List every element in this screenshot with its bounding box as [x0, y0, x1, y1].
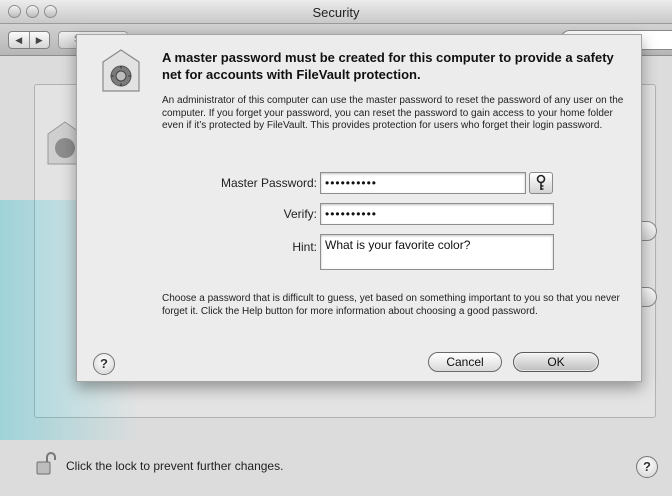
master-password-label: Master Password:	[220, 176, 317, 190]
hint-field[interactable]: What is your favorite color?	[320, 234, 554, 270]
verify-password-field[interactable]: ••••••••••	[320, 203, 554, 225]
hint-label: Hint:	[292, 240, 317, 254]
help-button[interactable]: ?	[93, 353, 115, 375]
forward-arrow-icon[interactable]: ▶	[28, 32, 50, 48]
master-password-sheet: A master password must be created for th…	[76, 34, 642, 382]
filevault-vault-icon	[102, 49, 140, 92]
sheet-description: An administrator of this computer can us…	[162, 95, 624, 131]
window-title: Security	[312, 5, 360, 20]
sheet-title: A master password must be created for th…	[162, 50, 614, 82]
back-arrow-icon[interactable]: ◀	[9, 32, 29, 48]
help-button[interactable]: ?	[636, 456, 658, 478]
lock-status-text: Click the lock to prevent further change…	[66, 459, 284, 473]
master-password-field[interactable]: ••••••••••	[320, 172, 526, 194]
back-forward-control[interactable]: ◀ ▶	[8, 31, 50, 49]
unlocked-padlock-icon[interactable]	[36, 452, 56, 476]
verify-label: Verify:	[283, 207, 317, 221]
password-assistant-button[interactable]	[529, 172, 553, 194]
title-bar: Security	[0, 0, 672, 24]
ok-button[interactable]: OK	[513, 352, 599, 372]
cancel-button[interactable]: Cancel	[428, 352, 502, 372]
password-advice-text: Choose a password that is difficult to g…	[162, 293, 620, 317]
key-icon	[536, 174, 546, 190]
